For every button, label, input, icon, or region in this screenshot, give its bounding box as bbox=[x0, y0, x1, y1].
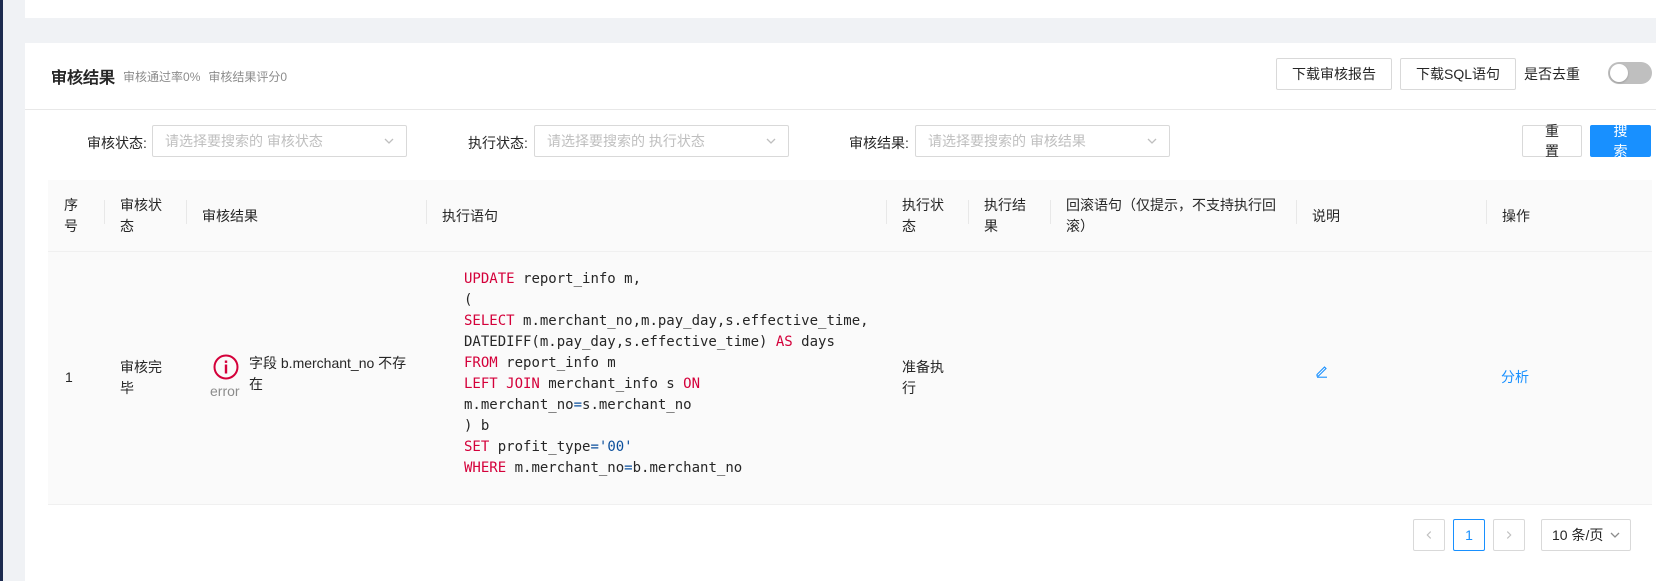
search-button[interactable]: 搜 索 bbox=[1590, 123, 1651, 159]
column-header-audit-result: 审核结果 bbox=[202, 207, 258, 224]
sql-keyword: ON bbox=[683, 376, 701, 392]
exec-status-placeholder: 请选择要搜索的 执行状态 bbox=[547, 133, 705, 149]
sql-operator: = bbox=[573, 397, 583, 413]
filter-buttons: 重 置 搜 索 bbox=[1522, 123, 1651, 159]
chevron-down-icon bbox=[1147, 138, 1157, 144]
sql-line-0-rest: report_info m, bbox=[523, 271, 642, 287]
table-header: 序号 审核状态 审核结果 执行语句 执行状态 执行结果 回滚语句（仅提示，不支持… bbox=[48, 180, 1652, 252]
pagination: 1 10 条/页 bbox=[1405, 519, 1631, 551]
sql-keyword: SELECT bbox=[464, 313, 515, 329]
sql-keyword: WHERE bbox=[464, 460, 507, 476]
sql-line-6b: s.merchant_no bbox=[582, 397, 692, 413]
page-1-button[interactable]: 1 bbox=[1453, 519, 1485, 551]
audit-result-select[interactable]: 请选择要搜索的 审核结果 bbox=[915, 125, 1170, 157]
edit-icon[interactable] bbox=[1315, 364, 1329, 378]
prev-page-button[interactable] bbox=[1413, 519, 1445, 551]
audit-status-placeholder: 请选择要搜索的 审核状态 bbox=[165, 133, 323, 149]
sql-line-6a: m.merchant_no bbox=[464, 397, 574, 413]
sql-line-9b: b.merchant_no bbox=[632, 460, 743, 476]
page-size-value: 10 条/页 bbox=[1552, 527, 1604, 543]
filter-bar: 审核状态: 请选择要搜索的 审核状态 执行状态: 请选择要搜索的 执行状态 审核… bbox=[25, 110, 1656, 186]
column-header-audit-status: 审核状态 bbox=[120, 197, 162, 234]
download-sql-button[interactable]: 下载SQL语句 bbox=[1399, 58, 1516, 90]
sql-keyword: UPDATE bbox=[464, 271, 515, 287]
dedup-toggle[interactable] bbox=[1608, 62, 1652, 84]
sql-line-5-rest: merchant_info s bbox=[548, 376, 675, 392]
chevron-left-icon bbox=[1426, 531, 1432, 539]
dedup-label: 是否去重 bbox=[1524, 66, 1580, 82]
chevron-down-icon bbox=[766, 138, 776, 144]
reset-button[interactable]: 重 置 bbox=[1522, 123, 1582, 159]
sidebar-edge bbox=[0, 0, 3, 581]
audit-status-select[interactable]: 请选择要搜索的 审核状态 bbox=[152, 125, 407, 157]
card-header: 审核结果 审核通过率0% 审核结果评分0 下载审核报告 下载SQL语句 是否去重 bbox=[25, 43, 1656, 110]
page-size-select[interactable]: 10 条/页 bbox=[1541, 519, 1631, 551]
row-index: 1 bbox=[65, 369, 73, 385]
download-report-button[interactable]: 下载审核报告 bbox=[1275, 58, 1392, 90]
sql-string: '00' bbox=[598, 439, 633, 455]
column-header-exec-result: 执行结果 bbox=[984, 197, 1026, 234]
top-card bbox=[25, 0, 1656, 18]
column-header-rollback: 回滚语句（仅提示，不支持执行回滚） bbox=[1066, 197, 1276, 234]
row-audit-status: 审核完毕 bbox=[120, 359, 162, 396]
chevron-down-icon bbox=[384, 138, 394, 144]
error-level-tag: error bbox=[210, 383, 240, 399]
column-header-sql: 执行语句 bbox=[442, 207, 498, 224]
sql-operator: = bbox=[624, 460, 633, 476]
sql-line-2-rest: m.merchant_no,m.pay_day,s.effective_time… bbox=[523, 313, 869, 329]
sql-line-4-rest: report_info m bbox=[506, 355, 616, 371]
next-page-button[interactable] bbox=[1493, 519, 1525, 551]
sql-line-3a: DATEDIFF(m.pay_day,s.effective_time) bbox=[464, 334, 768, 350]
card-title: 审核结果 bbox=[51, 70, 116, 87]
table-row: 1 审核完毕 error 字段 b.merchant_no 不存在 UPDATE… bbox=[48, 252, 1652, 505]
sql-line-9a: m.merchant_no bbox=[514, 460, 625, 476]
sql-line-1: ( bbox=[464, 292, 473, 308]
sql-keyword: AS bbox=[775, 334, 793, 350]
chevron-right-icon bbox=[1506, 531, 1512, 539]
sql-line-7: ) b bbox=[464, 418, 490, 434]
sql-keyword: FROM bbox=[464, 355, 498, 371]
pass-rate: 审核通过率0% bbox=[123, 69, 201, 84]
chevron-down-icon bbox=[1610, 532, 1620, 538]
audit-result-card: 审核结果 审核通过率0% 审核结果评分0 下载审核报告 下载SQL语句 是否去重… bbox=[25, 43, 1656, 581]
sql-keyword: SET bbox=[464, 439, 490, 455]
sql-operator: = bbox=[590, 439, 599, 455]
analyze-link[interactable]: 分析 bbox=[1501, 367, 1529, 388]
exec-status-label: 执行状态: bbox=[468, 135, 528, 151]
error-circle-icon bbox=[213, 354, 239, 380]
toggle-knob bbox=[1610, 64, 1628, 82]
column-header-index: 序号 bbox=[64, 197, 78, 234]
audit-result-placeholder: 请选择要搜索的 审核结果 bbox=[928, 133, 1086, 149]
exec-status-select[interactable]: 请选择要搜索的 执行状态 bbox=[534, 125, 789, 157]
row-sql-statement: UPDATE report_info m, ( SELECT m.merchan… bbox=[464, 269, 869, 479]
sql-line-8a: profit_type bbox=[497, 439, 591, 455]
audit-score: 审核结果评分0 bbox=[208, 69, 288, 84]
audit-status-label: 审核状态: bbox=[87, 135, 147, 151]
column-header-description: 说明 bbox=[1312, 207, 1340, 224]
sql-line-3b: days bbox=[801, 334, 835, 350]
audit-result-table: 序号 审核状态 审核结果 执行语句 执行状态 执行结果 回滚语句（仅提示，不支持… bbox=[48, 180, 1652, 505]
column-header-action: 操作 bbox=[1502, 207, 1530, 224]
sql-keyword: LEFT JOIN bbox=[464, 376, 540, 392]
row-audit-message: 字段 b.merchant_no 不存在 bbox=[249, 355, 407, 392]
audit-result-label: 审核结果: bbox=[849, 135, 909, 151]
column-header-exec-status: 执行状态 bbox=[902, 197, 944, 234]
row-exec-status: 准备执行 bbox=[902, 359, 944, 396]
header-actions: 下载审核报告 下载SQL语句 是否去重 bbox=[1275, 58, 1580, 90]
